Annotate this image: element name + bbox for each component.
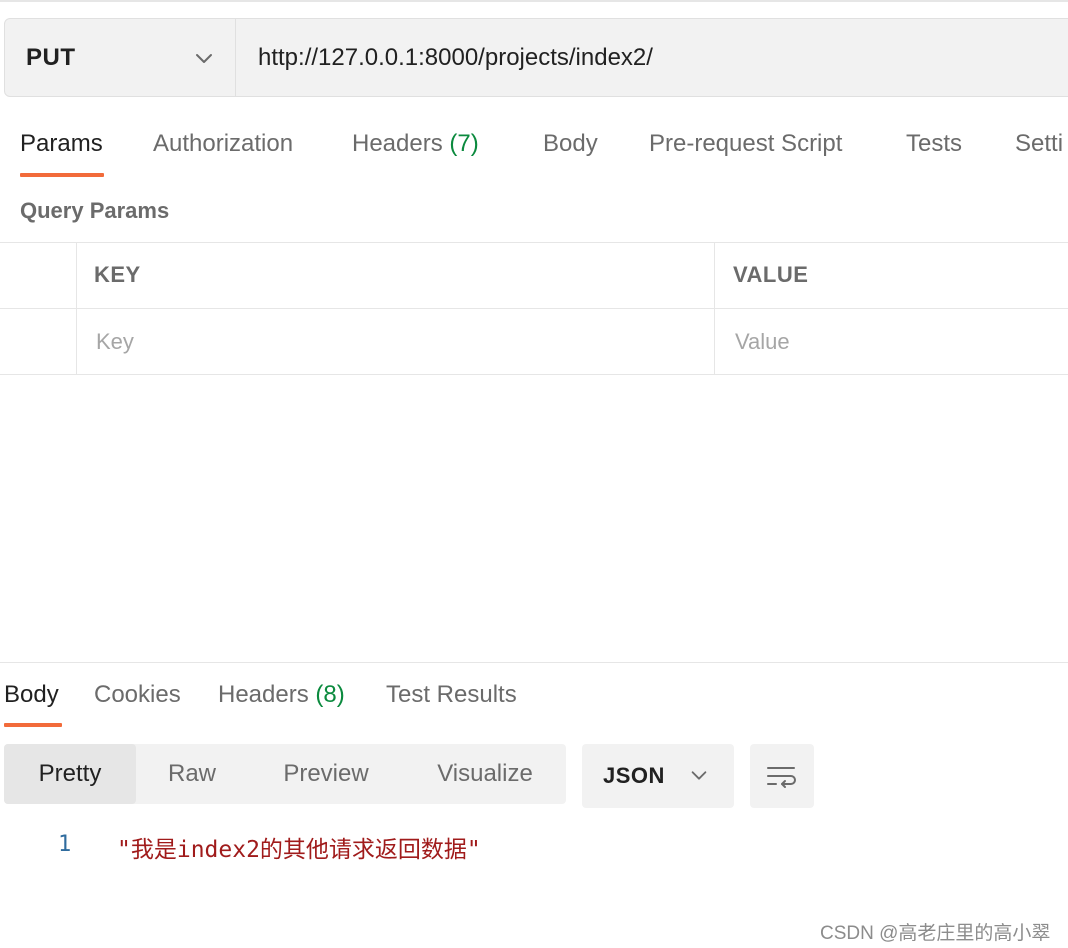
- tab-count: (7): [449, 130, 479, 157]
- tab-tests[interactable]: Tests: [906, 130, 962, 158]
- table-column-divider: [714, 242, 715, 375]
- response-tab-headers[interactable]: Headers (8): [218, 681, 345, 709]
- table-border-top: [0, 242, 1068, 243]
- tab-params[interactable]: Params: [20, 130, 103, 158]
- column-header-value: VALUE: [733, 262, 809, 287]
- method-label: PUT: [26, 44, 76, 71]
- response-tab-body[interactable]: Body: [4, 681, 59, 709]
- tab-pre-request-script[interactable]: Pre-request Script: [649, 130, 842, 158]
- tab-headers[interactable]: Headers (7): [352, 130, 479, 158]
- view-mode-visualize[interactable]: Visualize: [404, 744, 566, 804]
- active-response-tab-indicator: [4, 723, 62, 727]
- wrap-lines-icon: [767, 767, 796, 788]
- view-mode-raw[interactable]: Raw: [136, 744, 248, 804]
- active-tab-indicator: [20, 173, 104, 177]
- table-column-divider: [76, 242, 77, 375]
- tab-label: Tests: [906, 130, 963, 157]
- table-border-bottom: [0, 374, 1068, 375]
- column-header-key: KEY: [94, 262, 141, 287]
- chevron-down-icon: [196, 54, 212, 63]
- tab-authorization[interactable]: Authorization: [153, 130, 293, 158]
- response-tab-cookies[interactable]: Cookies: [94, 681, 181, 709]
- tab-body[interactable]: Body: [543, 130, 598, 158]
- tab-count: (8): [315, 681, 345, 708]
- tab-label: Body: [543, 130, 598, 157]
- tab-label: Params: [20, 130, 103, 157]
- table-header-divider: [0, 308, 1068, 309]
- format-label: JSON: [603, 763, 665, 788]
- top-divider: [0, 0, 1068, 2]
- response-divider: [0, 662, 1068, 663]
- param-key-input[interactable]: [96, 312, 696, 372]
- view-mode-preview[interactable]: Preview: [248, 744, 404, 804]
- watermark: CSDN @高老庄里的高小翠: [820, 923, 1051, 944]
- tab-label: Pre-request Script: [649, 130, 843, 157]
- tab-label: Setti: [1015, 130, 1064, 157]
- line-number: 1: [58, 832, 72, 857]
- url-input[interactable]: [237, 19, 1067, 96]
- tab-label: Headers: [352, 130, 443, 157]
- tab-label: Authorization: [153, 130, 294, 157]
- tab-label: Headers: [218, 681, 309, 708]
- tab-settings[interactable]: Setti: [1015, 130, 1063, 158]
- view-mode-pretty[interactable]: Pretty: [4, 744, 136, 804]
- tab-label: Cookies: [94, 681, 181, 708]
- query-params-title: Query Params: [20, 198, 170, 223]
- chevron-down-icon: [691, 771, 707, 780]
- response-tab-test-results[interactable]: Test Results: [386, 681, 517, 709]
- param-value-input[interactable]: [735, 312, 1055, 372]
- tab-label: Body: [4, 681, 59, 708]
- tab-label: Test Results: [386, 681, 517, 708]
- response-body-line: "我是index2的其他请求返回数据": [117, 837, 481, 863]
